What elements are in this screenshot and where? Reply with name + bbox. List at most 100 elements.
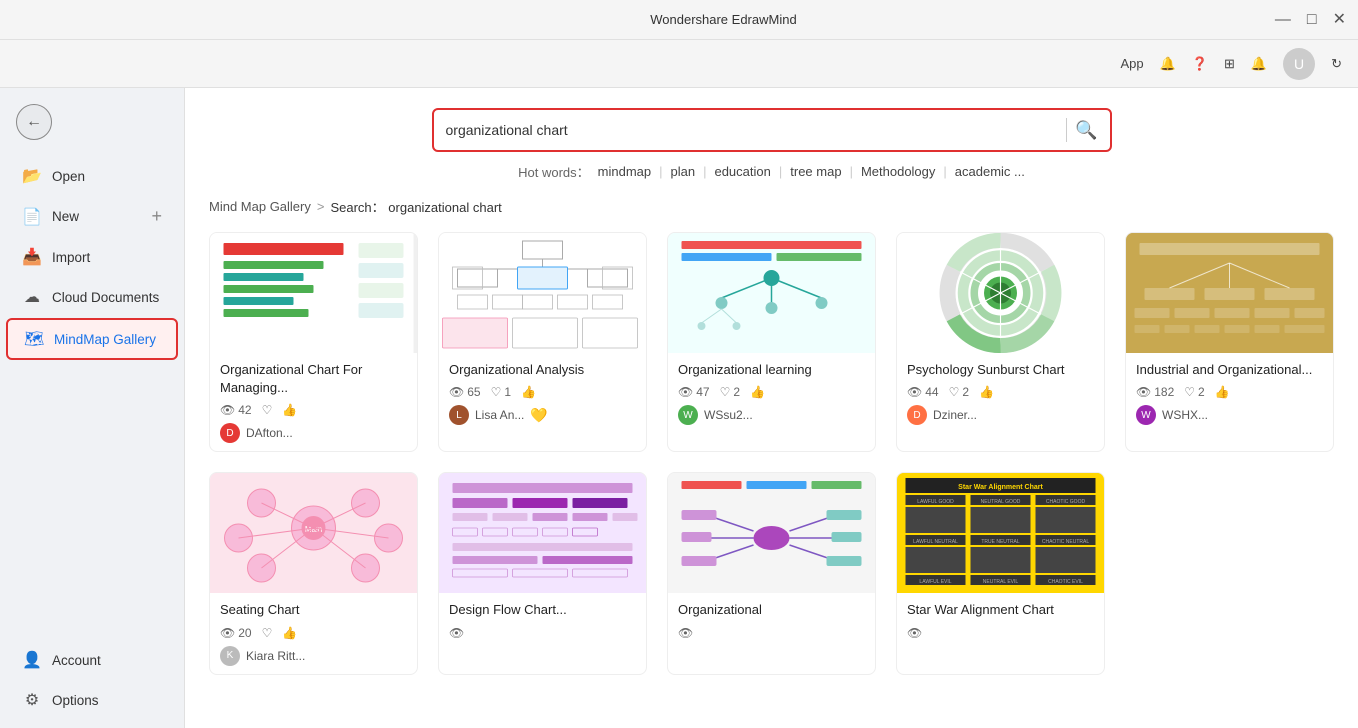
sidebar-options-label: Options xyxy=(52,693,99,708)
card-title-8: Organizational xyxy=(678,601,865,619)
hot-words-bar: Hot words： mindmap | plan | education | … xyxy=(518,162,1025,181)
gallery-card-6[interactable]: Main xyxy=(209,472,418,674)
card-author-1: D DAfton... xyxy=(220,423,407,443)
hot-word-academic[interactable]: academic ... xyxy=(955,162,1025,181)
eye-icon-4: 👁 xyxy=(907,385,922,399)
share-button[interactable]: 🔔 xyxy=(1251,56,1267,72)
sidebar-gallery-label: MindMap Gallery xyxy=(54,332,156,347)
hot-word-mindmap[interactable]: mindmap xyxy=(598,162,651,181)
card-svg-2 xyxy=(439,233,646,353)
gallery-card-9[interactable]: Star War Alignment Chart LAWFUL GOOD NEU… xyxy=(896,472,1105,674)
gallery-card-2[interactable]: Organizational Analysis 👁 65 ♡ 1 👍 xyxy=(438,232,647,452)
card-body-6: Seating Chart 👁 20 ♡ 👍 xyxy=(210,593,417,673)
hot-words-label: Hot words： xyxy=(518,162,590,181)
card-views-2: 👁 65 xyxy=(449,385,481,399)
window-controls-area: — □ ✕ xyxy=(1275,12,1346,28)
heart-icon-5: ♡ xyxy=(1184,385,1195,399)
heart-icon-4: ♡ xyxy=(949,385,960,399)
eye-icon-7: 👁 xyxy=(449,626,464,640)
card-likes-6: ♡ xyxy=(262,626,273,640)
card-image-5 xyxy=(1126,233,1333,353)
minimize-button[interactable]: — xyxy=(1275,12,1291,28)
sidebar-item-options[interactable]: ⚙ Options xyxy=(6,681,178,719)
card-image-2 xyxy=(439,233,646,353)
card-svg-5 xyxy=(1126,233,1333,353)
card-views-7: 👁 xyxy=(449,626,464,640)
author-avatar-3: W xyxy=(678,405,698,425)
card-views-3: 👁 47 xyxy=(678,385,710,399)
sidebar-item-open[interactable]: 📂 Open xyxy=(6,157,178,195)
eye-icon-6: 👁 xyxy=(220,626,235,640)
gallery-card-3[interactable]: Organizational learning 👁 47 ♡ 2 👍 xyxy=(667,232,876,452)
user-avatar[interactable]: U xyxy=(1283,48,1315,80)
search-button[interactable]: 🔍 xyxy=(1075,120,1097,141)
card-svg-1 xyxy=(210,233,417,353)
card-title-3: Organizational learning xyxy=(678,361,865,379)
card-body-2: Organizational Analysis 👁 65 ♡ 1 👍 xyxy=(439,353,646,433)
svg-text:CHAOTIC EVIL: CHAOTIC EVIL xyxy=(1048,579,1083,585)
sidebar-item-account[interactable]: 👤 Account xyxy=(6,641,178,679)
gallery-card-7[interactable]: Design Flow Chart... 👁 xyxy=(438,472,647,674)
svg-text:NEUTRAL GOOD: NEUTRAL GOOD xyxy=(981,499,1021,505)
search-box: 🔍 xyxy=(432,108,1112,152)
hot-word-plan[interactable]: plan xyxy=(671,162,696,181)
sidebar-item-cloud[interactable]: ☁ Cloud Documents xyxy=(6,278,178,316)
thumbs-icon-1: 👍 xyxy=(282,403,297,417)
gallery-card-8[interactable]: Organizational 👁 xyxy=(667,472,876,674)
sidebar-item-import[interactable]: 📥 Import xyxy=(6,238,178,276)
card-thumbs-2: 👍 xyxy=(521,385,536,399)
eye-icon-8: 👁 xyxy=(678,626,693,640)
author-name-6: Kiara Ritt... xyxy=(246,649,305,663)
card-svg-8 xyxy=(668,473,875,593)
close-button[interactable]: ✕ xyxy=(1333,12,1346,28)
help-button[interactable]: ❓ xyxy=(1192,56,1208,72)
breadcrumb-gallery-link[interactable]: Mind Map Gallery xyxy=(209,199,311,214)
card-body-3: Organizational learning 👁 47 ♡ 2 👍 xyxy=(668,353,875,433)
heart-icon-6: ♡ xyxy=(262,626,273,640)
app-button[interactable]: App xyxy=(1120,56,1143,71)
card-stats-7: 👁 xyxy=(449,626,636,640)
card-stats-2: 👁 65 ♡ 1 👍 xyxy=(449,385,636,399)
card-thumbs-6: 👍 xyxy=(282,626,297,640)
refresh-button[interactable]: ↻ xyxy=(1331,56,1342,72)
back-button[interactable]: ← xyxy=(16,104,52,140)
thumbs-icon-2: 👍 xyxy=(521,385,536,399)
sidebar-item-gallery[interactable]: 🗺 MindMap Gallery xyxy=(6,318,178,360)
author-name-2: Lisa An... xyxy=(475,408,524,422)
card-title-2: Organizational Analysis xyxy=(449,361,636,379)
sidebar-item-new[interactable]: 📄 New + xyxy=(6,197,178,236)
maximize-button[interactable]: □ xyxy=(1307,12,1317,28)
hot-word-methodology[interactable]: Methodology xyxy=(861,162,935,181)
gallery-card-5[interactable]: Industrial and Organizational... 👁 182 ♡… xyxy=(1125,232,1334,452)
gallery-card-4[interactable]: Psychology Sunburst Chart 👁 44 ♡ 2 👍 xyxy=(896,232,1105,452)
author-avatar-1: D xyxy=(220,423,240,443)
hot-word-education[interactable]: education xyxy=(714,162,770,181)
thumbs-icon-6: 👍 xyxy=(282,626,297,640)
sidebar-open-label: Open xyxy=(52,169,85,184)
bell-icon: 🔔 xyxy=(1160,56,1176,72)
gallery-card-1[interactable]: Organizational Chart For Managing... 👁 4… xyxy=(209,232,418,452)
heart-icon-2: ♡ xyxy=(491,385,502,399)
card-svg-4 xyxy=(897,233,1104,353)
top-toolbar: App 🔔 ❓ ⊞ 🔔 U ↻ xyxy=(0,40,1358,88)
title-bar: Wondershare EdrawMind — □ ✕ xyxy=(0,0,1358,40)
account-icon: 👤 xyxy=(22,650,42,670)
sidebar-import-label: Import xyxy=(52,250,90,265)
eye-icon-2: 👁 xyxy=(449,385,464,399)
card-title-5: Industrial and Organizational... xyxy=(1136,361,1323,379)
search-input[interactable] xyxy=(446,122,1059,138)
author-avatar-6: K xyxy=(220,646,240,666)
card-views-8: 👁 xyxy=(678,626,693,640)
sidebar-back-area: ← xyxy=(0,96,184,148)
breadcrumb-sep: > xyxy=(317,199,325,214)
card-author-5: W WSHX... xyxy=(1136,405,1323,425)
card-stats-8: 👁 xyxy=(678,626,865,640)
search-divider xyxy=(1066,118,1067,142)
hot-word-treemap[interactable]: tree map xyxy=(790,162,841,181)
author-avatar-4: D xyxy=(907,405,927,425)
card-title-4: Psychology Sunburst Chart xyxy=(907,361,1094,379)
card-likes-1: ♡ xyxy=(262,403,273,417)
import-icon: 📥 xyxy=(22,247,42,267)
grid-button[interactable]: ⊞ xyxy=(1224,56,1235,72)
notification-button[interactable]: 🔔 xyxy=(1160,56,1176,72)
